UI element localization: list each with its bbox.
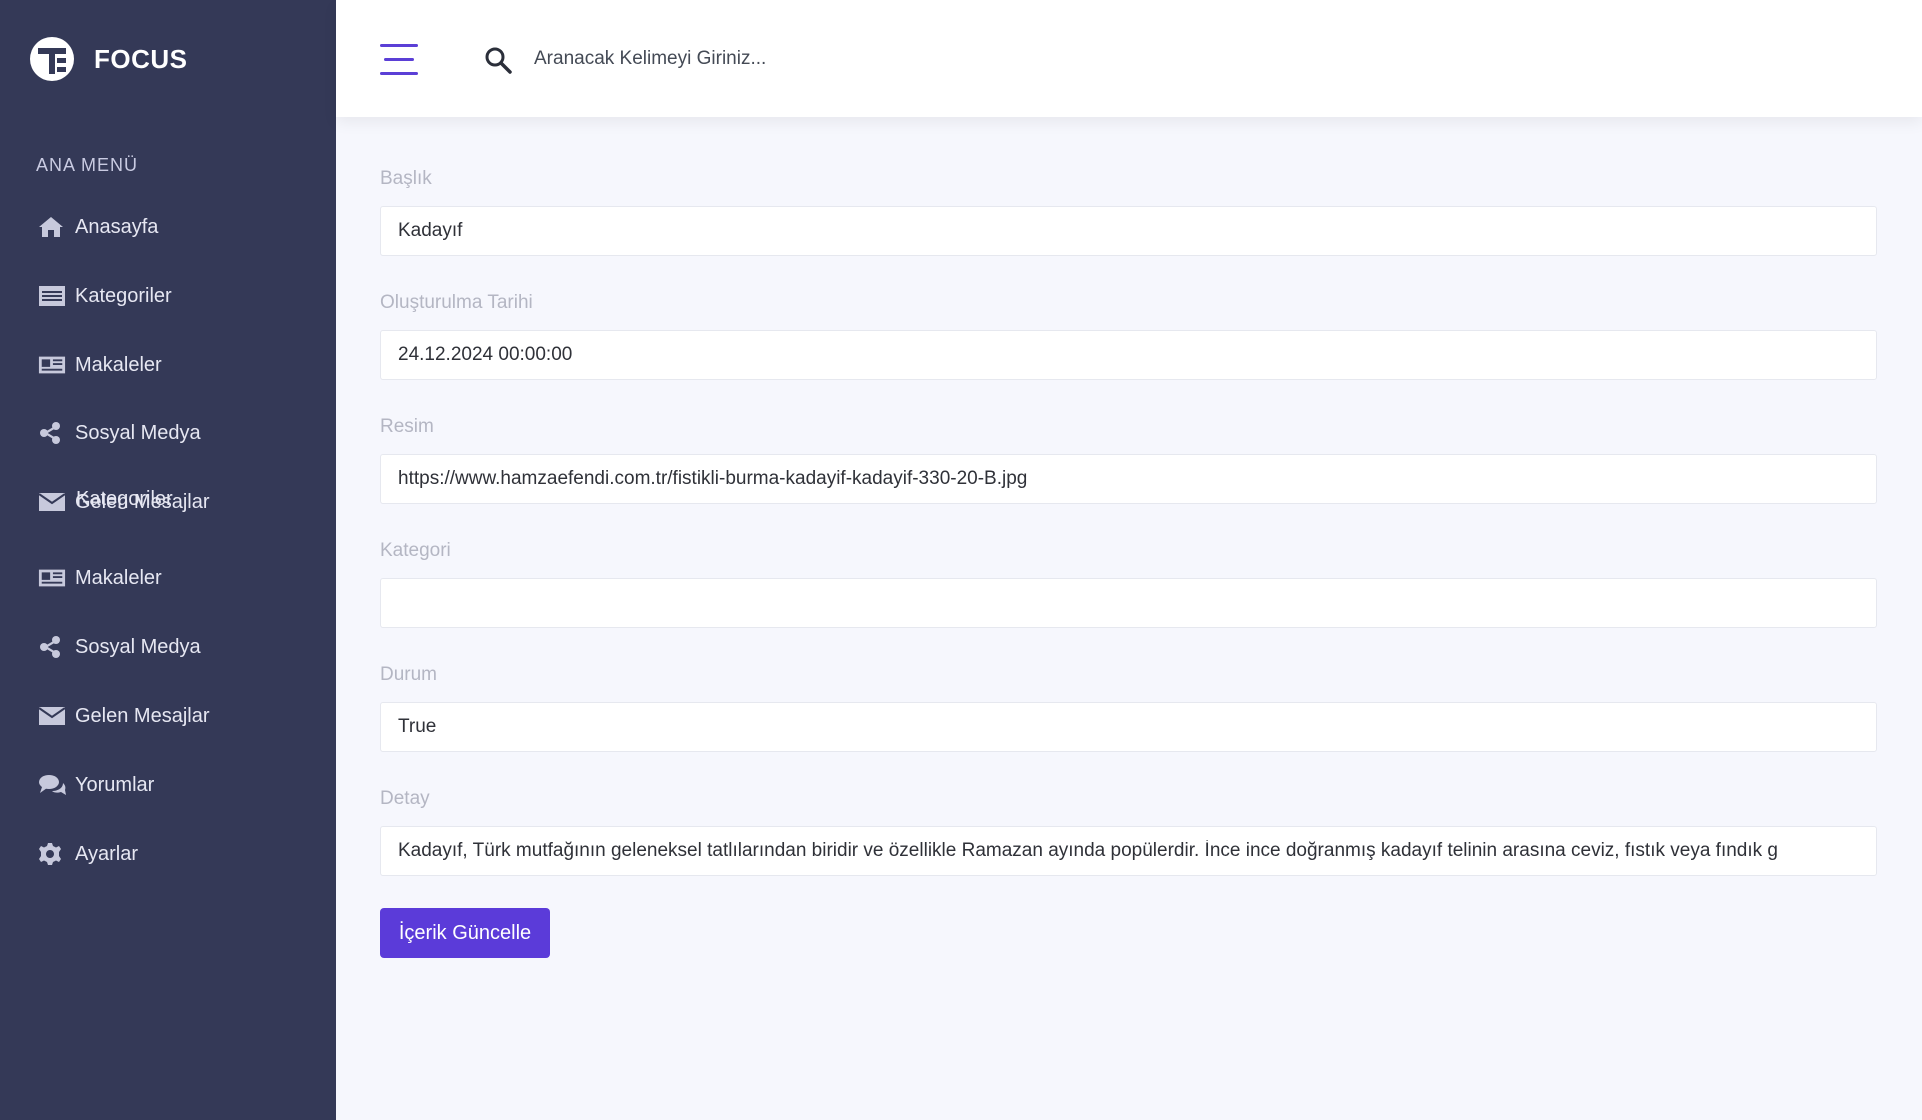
field-label-durum: Durum (380, 664, 438, 685)
sidebar-item-sosyal-medya[interactable]: Sosyal Medya (38, 416, 201, 450)
search-input[interactable] (532, 40, 1136, 78)
sidebar-item-label: Gelen Mesajlar (75, 704, 210, 727)
sidebar-item-label: Anasayfa (75, 215, 159, 238)
resim-field[interactable] (380, 454, 1877, 504)
search-icon[interactable] (484, 46, 512, 74)
sidebar: FOCUS ANA MENÜ Anasayfa Kategoriler Maka… (0, 0, 336, 1120)
list-icon (38, 284, 66, 308)
update-content-button[interactable]: İçerik Güncelle (380, 908, 550, 958)
top-header (336, 0, 1922, 117)
sidebar-item-sosyal-medya[interactable]: Sosyal Medya (38, 630, 201, 664)
detay-field[interactable] (380, 826, 1877, 876)
baslik-field[interactable] (380, 206, 1877, 256)
sidebar-item-label: Sosyal Medya (75, 635, 201, 658)
sidebar-item-label: Sosyal Medya (75, 421, 201, 444)
brand-name: FOCUS (94, 43, 188, 74)
field-label-resim: Resim (380, 416, 434, 437)
sidebar-item-label: Makaleler (75, 353, 162, 376)
hamburger-menu-icon[interactable] (380, 42, 420, 76)
sidebar-item-label: Kategoriler (75, 284, 172, 307)
sidebar-item-label: Yorumlar (75, 773, 155, 796)
sidebar-item-kategoriler[interactable]: Kategoriler (38, 279, 172, 313)
field-label-olusturulma-tarihi: Oluşturulma Tarihi (380, 292, 533, 313)
comments-icon (38, 773, 66, 797)
field-label-kategori: Kategori (380, 540, 451, 561)
home-icon (38, 215, 66, 239)
sidebar-item-ayarlar[interactable]: Ayarlar (38, 837, 138, 871)
menu-title: ANA MENÜ (36, 155, 139, 175)
sidebar-item-makaleler[interactable]: Makaleler (38, 348, 162, 382)
newspaper-icon (38, 353, 66, 377)
field-label-detay: Detay (380, 788, 430, 809)
envelope-icon (38, 490, 66, 514)
envelope-icon (38, 704, 66, 728)
share-icon (38, 421, 66, 445)
sidebar-item-label: Makaleler (75, 566, 162, 589)
olusturulma-tarihi-field[interactable] (380, 330, 1877, 380)
gear-icon (38, 842, 66, 866)
share-icon (38, 635, 66, 659)
sidebar-item-yorumlar[interactable]: Yorumlar (38, 768, 154, 802)
kategori-field[interactable] (380, 578, 1877, 628)
newspaper-icon (38, 566, 66, 590)
sidebar-item-anasayfa[interactable]: Anasayfa (38, 210, 158, 244)
sidebar-item-gelen-mesajlar[interactable]: Gelen Mesajlar (38, 699, 210, 733)
sidebar-item-makaleler[interactable]: Makaleler (38, 561, 162, 595)
sidebar-item-label-overlap: Kategoriler (76, 488, 173, 510)
brand[interactable]: FOCUS (29, 36, 188, 82)
focus-logo-icon (30, 37, 74, 81)
sidebar-item-label: Ayarlar (75, 842, 138, 865)
field-label-baslik: Başlık (380, 168, 432, 189)
durum-field[interactable] (380, 702, 1877, 752)
